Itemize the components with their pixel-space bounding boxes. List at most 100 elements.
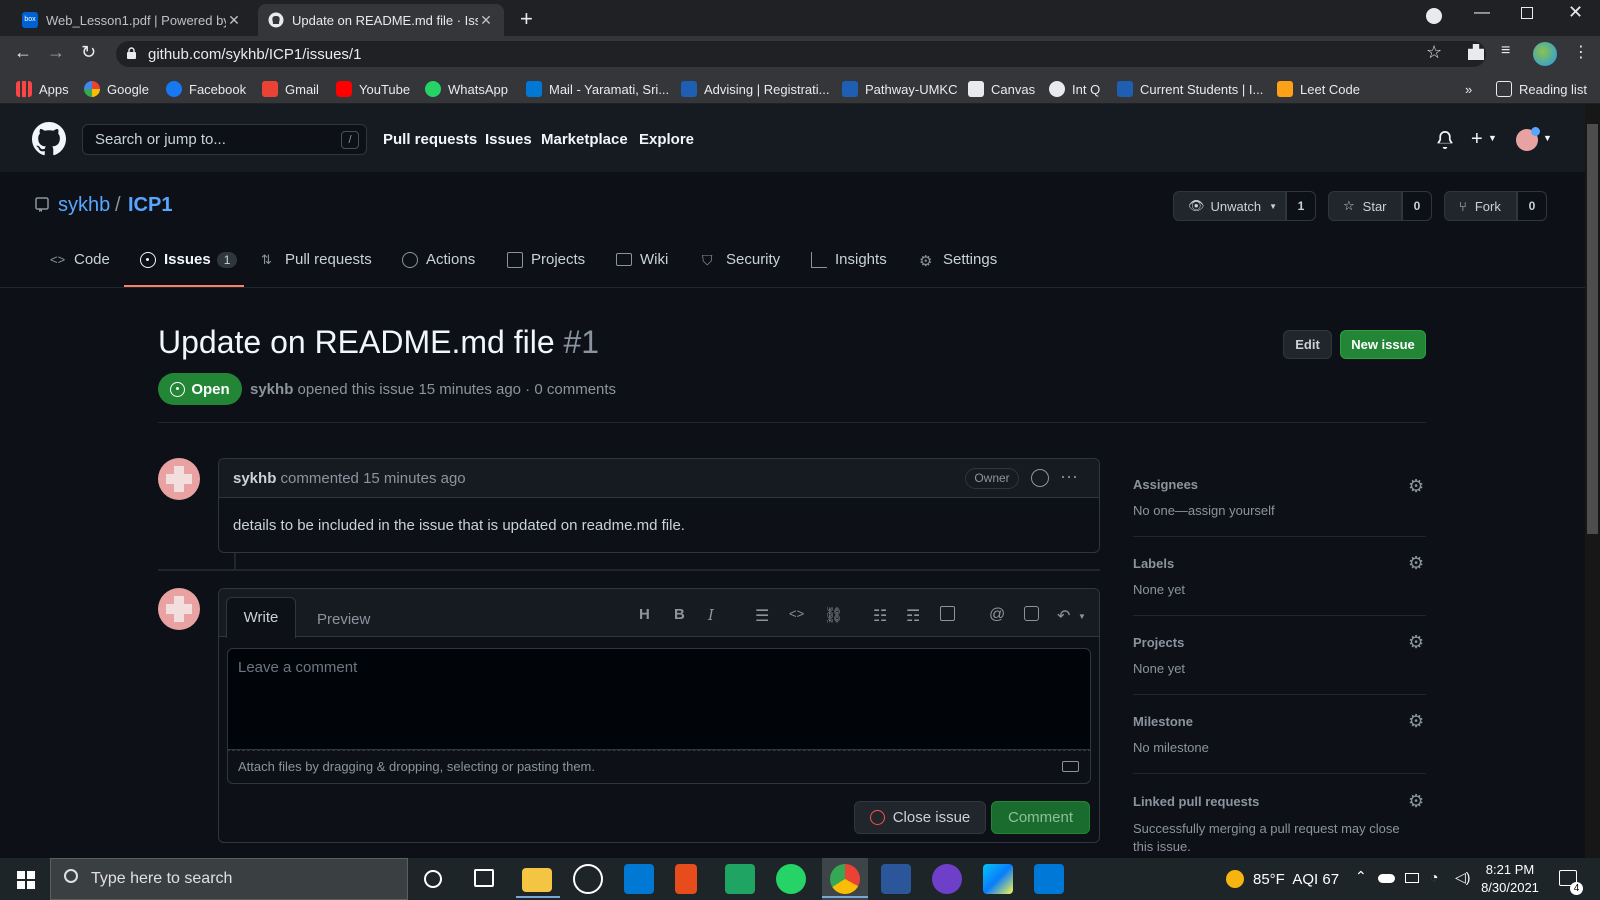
gear-icon[interactable]: ⚙ bbox=[1408, 632, 1426, 652]
attach-files-area[interactable]: Attach files by dragging & dropping, sel… bbox=[227, 750, 1091, 784]
new-issue-button[interactable]: New issue bbox=[1340, 330, 1426, 359]
code-icon[interactable]: <> bbox=[789, 606, 807, 624]
sidebar-projects-heading[interactable]: Projects bbox=[1133, 635, 1184, 650]
tab-insights[interactable]: Insights bbox=[811, 251, 887, 268]
sidebar-milestone-heading[interactable]: Milestone bbox=[1133, 714, 1193, 729]
sidebar-linked-pr-heading[interactable]: Linked pull requests bbox=[1133, 794, 1259, 809]
browser-tab-active[interactable]: Update on README.md file · Issue #1 · sy… bbox=[258, 4, 504, 36]
close-window-button[interactable]: ✕ bbox=[1568, 2, 1583, 23]
close-issue-button[interactable]: Close issue bbox=[854, 801, 986, 834]
chevron-down-icon[interactable]: ▼ bbox=[1543, 133, 1552, 143]
bookmark-intq[interactable]: Int Q bbox=[1049, 80, 1100, 98]
search-input[interactable]: Search or jump to... / bbox=[82, 124, 367, 155]
taskbar-search-box[interactable]: Type here to search bbox=[50, 858, 408, 900]
nav-issues[interactable]: Issues bbox=[485, 131, 532, 148]
more-options-icon[interactable]: ··· bbox=[1060, 466, 1078, 487]
word-icon[interactable] bbox=[881, 864, 911, 894]
sidebar-assignees-value[interactable]: No one—assign yourself bbox=[1133, 503, 1275, 518]
stars-count[interactable]: 0 bbox=[1402, 191, 1432, 221]
chevron-down-icon[interactable]: ▼ bbox=[1488, 133, 1497, 143]
tab-search-icon[interactable] bbox=[1426, 8, 1442, 24]
sidebar-labels-heading[interactable]: Labels bbox=[1133, 556, 1174, 571]
close-tab-icon[interactable]: ✕ bbox=[478, 12, 494, 29]
tab-write[interactable]: Write bbox=[226, 597, 296, 638]
bookmark-star-icon[interactable]: ☆ bbox=[1426, 42, 1442, 63]
chevron-down-icon[interactable]: ▼ bbox=[1078, 612, 1086, 621]
battery-icon[interactable] bbox=[1405, 873, 1419, 883]
bookmark-canvas[interactable]: Canvas bbox=[968, 80, 1035, 98]
bookmark-google[interactable]: Google bbox=[84, 80, 149, 98]
github-logo-icon[interactable] bbox=[32, 122, 66, 156]
tab-code[interactable]: <> Code bbox=[50, 251, 110, 268]
profile-avatar[interactable] bbox=[1533, 42, 1557, 66]
fork-button[interactable]: ⑂ Fork bbox=[1444, 191, 1517, 221]
whatsapp-icon[interactable] bbox=[776, 864, 806, 894]
reading-list-button[interactable]: Reading list bbox=[1496, 80, 1587, 98]
tasklist-icon[interactable] bbox=[940, 606, 955, 621]
reference-icon[interactable] bbox=[1024, 606, 1039, 621]
avatar[interactable] bbox=[158, 458, 200, 500]
comment-author-link[interactable]: sykhb bbox=[233, 470, 276, 487]
media-queue-icon[interactable]: ≡ bbox=[1501, 42, 1510, 60]
bookmark-current-students[interactable]: Current Students | I... bbox=[1117, 80, 1263, 98]
gear-icon[interactable]: ⚙ bbox=[1408, 553, 1426, 573]
chrome-menu-icon[interactable]: ⋮ bbox=[1573, 42, 1589, 62]
clock-time[interactable]: 8:21 PM bbox=[1479, 862, 1541, 877]
file-explorer-icon[interactable] bbox=[522, 868, 552, 892]
forward-arrow-icon[interactable]: → bbox=[47, 42, 65, 63]
chrome-icon[interactable] bbox=[830, 864, 860, 894]
bookmark-leetcode[interactable]: Leet Code bbox=[1277, 80, 1360, 98]
bookmark-apps[interactable]: Apps bbox=[16, 80, 69, 98]
photos-icon[interactable] bbox=[1034, 864, 1064, 894]
reload-icon[interactable]: ↻ bbox=[81, 42, 96, 63]
webstorm-icon[interactable] bbox=[983, 864, 1013, 894]
edit-button[interactable]: Edit bbox=[1283, 330, 1332, 359]
gear-icon[interactable]: ⚙ bbox=[1408, 476, 1426, 496]
smiley-icon[interactable] bbox=[1031, 469, 1049, 487]
italic-icon[interactable]: I bbox=[708, 606, 726, 624]
office-icon[interactable] bbox=[675, 864, 697, 894]
scrollbar-thumb[interactable] bbox=[1587, 124, 1598, 534]
tab-issues[interactable]: Issues 1 bbox=[140, 251, 238, 268]
tab-wiki[interactable]: Wiki bbox=[616, 251, 668, 268]
sidebar-assignees-heading[interactable]: Assignees bbox=[1133, 477, 1198, 492]
repo-owner-link[interactable]: sykhb bbox=[58, 194, 110, 217]
tab-security[interactable]: ⛉ Security bbox=[702, 251, 780, 268]
issue-author-link[interactable]: sykhb bbox=[250, 381, 293, 398]
nav-pull-requests[interactable]: Pull requests bbox=[383, 131, 477, 148]
bold-icon[interactable]: B bbox=[674, 606, 692, 624]
weather-sun-icon[interactable] bbox=[1226, 870, 1244, 888]
unwatch-button[interactable]: 👁 Unwatch ▼ bbox=[1173, 191, 1286, 221]
task-view-icon[interactable] bbox=[474, 869, 494, 887]
forks-count[interactable]: 0 bbox=[1517, 191, 1547, 221]
create-new-icon[interactable]: + bbox=[1471, 128, 1483, 151]
windows-start-icon[interactable] bbox=[17, 871, 35, 889]
bullet-list-icon[interactable]: ☷ bbox=[873, 606, 891, 625]
gear-icon[interactable]: ⚙ bbox=[1408, 711, 1426, 731]
watchers-count[interactable]: 1 bbox=[1286, 191, 1316, 221]
dell-icon[interactable] bbox=[573, 864, 603, 894]
onedrive-cloud-icon[interactable] bbox=[1378, 874, 1395, 883]
reply-icon[interactable]: ↶ bbox=[1057, 606, 1075, 625]
github-desktop-icon[interactable] bbox=[932, 864, 962, 894]
bookmark-advising[interactable]: Advising | Registrati... bbox=[681, 80, 829, 98]
comment-button[interactable]: Comment bbox=[991, 801, 1090, 834]
bookmark-youtube[interactable]: YouTube bbox=[336, 80, 410, 98]
bookmark-facebook[interactable]: Facebook bbox=[166, 80, 246, 98]
nav-marketplace[interactable]: Marketplace bbox=[541, 131, 628, 148]
comment-textarea[interactable]: Leave a comment bbox=[227, 648, 1091, 750]
restore-button[interactable] bbox=[1521, 7, 1533, 19]
link-icon[interactable]: ⛓ bbox=[824, 606, 843, 624]
tab-preview[interactable]: Preview bbox=[317, 611, 370, 628]
browser-tab[interactable]: box Web_Lesson1.pdf | Powered by Box ✕ bbox=[12, 4, 252, 36]
wifi-icon[interactable]: ◔ bbox=[1430, 869, 1438, 885]
bookmark-whatsapp[interactable]: WhatsApp bbox=[425, 80, 508, 98]
bookmarks-overflow[interactable]: » bbox=[1465, 80, 1472, 98]
mention-icon[interactable]: @ bbox=[989, 606, 1007, 624]
repo-name-link[interactable]: ICP1 bbox=[128, 194, 172, 217]
chevron-up-icon[interactable]: ⌃ bbox=[1355, 868, 1367, 885]
cortana-icon[interactable] bbox=[424, 870, 442, 888]
minimize-button[interactable]: — bbox=[1474, 4, 1490, 22]
tab-pull-requests[interactable]: ⇅ Pull requests bbox=[261, 251, 372, 268]
gear-icon[interactable]: ⚙ bbox=[1408, 791, 1426, 811]
